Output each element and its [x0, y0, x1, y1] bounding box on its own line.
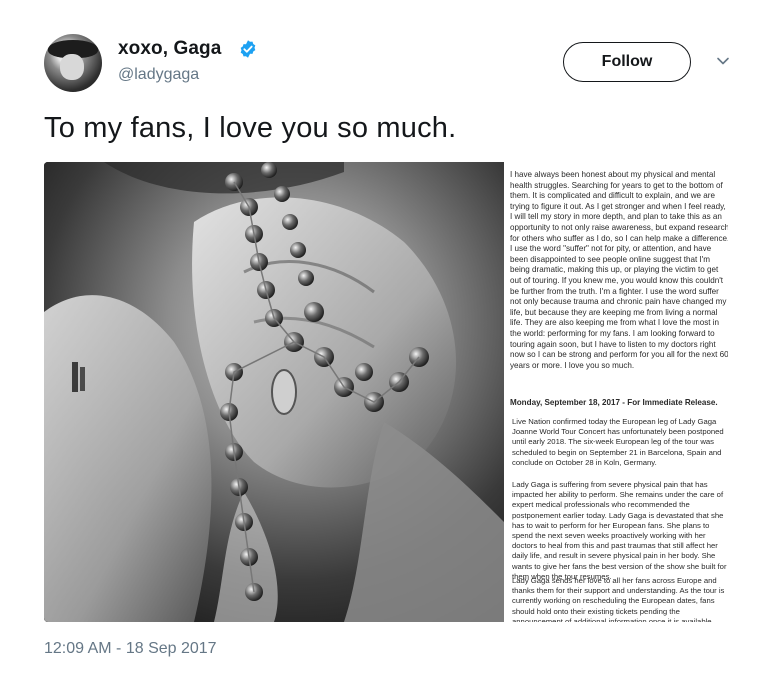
follow-button[interactable]: Follow [563, 42, 691, 82]
tweet-timestamp[interactable]: 12:09 AM - 18 Sep 2017 [44, 640, 217, 658]
letter-dateline: Monday, September 18, 2017 - For Immedia… [510, 398, 718, 407]
verified-badge-icon [240, 40, 256, 58]
profile-avatar[interactable] [44, 34, 102, 92]
chevron-down-icon[interactable] [716, 54, 730, 68]
letter-paragraph: Lady Gaga sends her love to all her fans… [512, 576, 725, 622]
tweet-text: To my fans, I love you so much. [44, 112, 457, 144]
face-shape [60, 54, 84, 80]
letter-paragraph: Lady Gaga is suffering from severe physi… [512, 480, 727, 581]
letter-paragraph: I have always been honest about my physi… [510, 170, 728, 370]
account-handle[interactable]: @ladygaga [118, 66, 199, 84]
statement-letter: I have always been honest about my physi… [504, 162, 728, 622]
photo-hands-rosary[interactable] [44, 162, 504, 622]
letter-paragraph: Live Nation confirmed today the European… [512, 417, 724, 467]
photo-illustration [44, 162, 504, 622]
tweet-media[interactable]: I have always been honest about my physi… [44, 162, 728, 622]
display-name[interactable]: xoxo, Gaga [118, 38, 221, 60]
